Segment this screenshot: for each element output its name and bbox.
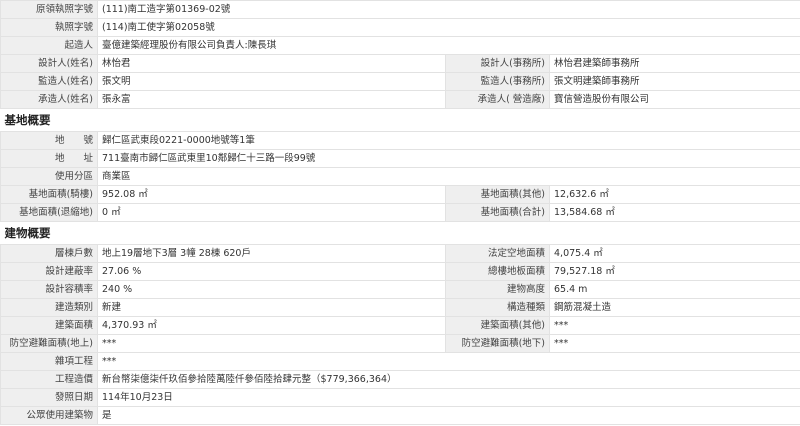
field-value: 27.06 % (97, 262, 446, 281)
field-label: 基地面積(其他) (445, 185, 550, 204)
field-label: 地 號 (0, 131, 98, 150)
field-value: *** (549, 316, 800, 335)
field-value: *** (97, 352, 800, 371)
field-label: 設計容積率 (0, 280, 98, 299)
field-label: 總樓地板面積 (445, 262, 550, 281)
field-label: 基地面積(退縮地) (0, 203, 98, 222)
field-label: 設計人(事務所) (445, 54, 550, 73)
table-row: 承造人(姓名) 張永富 承造人( 營造廠) 寶信營造股份有限公司 (0, 90, 800, 109)
field-value: 張文明 (97, 72, 446, 91)
section-header-row: 基地概要 (0, 108, 800, 132)
field-label: 工程造價 (0, 370, 98, 389)
field-value: 臺億建築經理股份有限公司負責人:陳長琪 (97, 36, 800, 55)
table-row: 使用分區 商業區 (0, 167, 800, 186)
field-label: 原領執照字號 (0, 0, 98, 19)
table-row: 工程造價 新台幣柒億柒仟玖佰參拾陸萬陸仟參佰陸拾肆元整（$779,366,364… (0, 370, 800, 389)
field-value: 張文明建築師事務所 (549, 72, 800, 91)
field-label: 雜項工程 (0, 352, 98, 371)
field-value: (114)南工使字第02058號 (97, 18, 800, 37)
field-label: 發照日期 (0, 388, 98, 407)
field-value: 張永富 (97, 90, 446, 109)
section-header-row: 建物概要 (0, 221, 800, 245)
field-label: 公眾使用建築物 (0, 406, 98, 425)
field-label: 法定空地面積 (445, 244, 550, 263)
field-label: 建築面積(其他) (445, 316, 550, 335)
section-title-building: 建物概要 (0, 221, 800, 245)
table-row: 建築面積 4,370.93 ㎡ 建築面積(其他) *** (0, 316, 800, 335)
table-row: 地 號 歸仁區武東段0221-0000地號等1筆 (0, 131, 800, 150)
field-value: 商業區 (97, 167, 800, 186)
field-value: 寶信營造股份有限公司 (549, 90, 800, 109)
field-value: 歸仁區武東段0221-0000地號等1筆 (97, 131, 800, 150)
field-label: 起造人 (0, 36, 98, 55)
field-label: 建物高度 (445, 280, 550, 299)
table-row: 基地面積(退縮地) 0 ㎡ 基地面積(合計) 13,584.68 ㎡ (0, 203, 800, 222)
field-label: 設計人(姓名) (0, 54, 98, 73)
field-value: 新台幣柒億柒仟玖佰參拾陸萬陸仟參佰陸拾肆元整（$779,366,364） (97, 370, 800, 389)
field-value: *** (549, 334, 800, 353)
field-value: 711臺南市歸仁區武東里10鄰歸仁十三路一段99號 (97, 149, 800, 168)
table-row: 監造人(姓名) 張文明 監造人(事務所) 張文明建築師事務所 (0, 72, 800, 91)
field-label: 防空避難面積(地下) (445, 334, 550, 353)
field-value: 4,075.4 ㎡ (549, 244, 800, 263)
table-row: 基地面積(騎樓) 952.08 ㎡ 基地面積(其他) 12,632.6 ㎡ (0, 185, 800, 204)
field-label: 承造人( 營造廠) (445, 90, 550, 109)
field-label: 建造類別 (0, 298, 98, 317)
field-value: 新建 (97, 298, 446, 317)
field-label: 層棟戶數 (0, 244, 98, 263)
field-label: 監造人(姓名) (0, 72, 98, 91)
table-row: 起造人 臺億建築經理股份有限公司負責人:陳長琪 (0, 36, 800, 55)
field-label: 執照字號 (0, 18, 98, 37)
field-label: 防空避難面積(地上) (0, 334, 98, 353)
field-value: 114年10月23日 (97, 388, 800, 407)
field-value: 13,584.68 ㎡ (549, 203, 800, 222)
field-label: 建築面積 (0, 316, 98, 335)
field-label: 地 址 (0, 149, 98, 168)
table-row: 執照字號 (114)南工使字第02058號 (0, 18, 800, 37)
permit-table: 原領執照字號 (111)南工造字第01369-02號 執照字號 (114)南工使… (0, 0, 800, 425)
field-value: 240 % (97, 280, 446, 299)
field-value: 是 (97, 406, 800, 425)
field-value: 林怡君建築師事務所 (549, 54, 800, 73)
table-row: 設計人(姓名) 林怡君 設計人(事務所) 林怡君建築師事務所 (0, 54, 800, 73)
field-value: 79,527.18 ㎡ (549, 262, 800, 281)
field-value: 0 ㎡ (97, 203, 446, 222)
field-label: 構造種類 (445, 298, 550, 317)
field-label: 承造人(姓名) (0, 90, 98, 109)
table-row: 層棟戶數 地上19層地下3層 3幢 28棟 620戶 法定空地面積 4,075.… (0, 244, 800, 263)
field-value: 鋼筋混凝土造 (549, 298, 800, 317)
field-value: 地上19層地下3層 3幢 28棟 620戶 (97, 244, 446, 263)
field-label: 基地面積(騎樓) (0, 185, 98, 204)
table-row: 設計建蔽率 27.06 % 總樓地板面積 79,527.18 ㎡ (0, 262, 800, 281)
table-row: 設計容積率 240 % 建物高度 65.4 m (0, 280, 800, 299)
table-row: 原領執照字號 (111)南工造字第01369-02號 (0, 0, 800, 19)
field-label: 監造人(事務所) (445, 72, 550, 91)
field-value: 12,632.6 ㎡ (549, 185, 800, 204)
field-label: 使用分區 (0, 167, 98, 186)
field-value: *** (97, 334, 446, 353)
table-row: 發照日期 114年10月23日 (0, 388, 800, 407)
table-row: 建造類別 新建 構造種類 鋼筋混凝土造 (0, 298, 800, 317)
field-value: 林怡君 (97, 54, 446, 73)
field-label: 設計建蔽率 (0, 262, 98, 281)
table-row: 雜項工程 *** (0, 352, 800, 371)
table-row: 防空避難面積(地上) *** 防空避難面積(地下) *** (0, 334, 800, 353)
field-label: 基地面積(合計) (445, 203, 550, 222)
section-title-site: 基地概要 (0, 108, 800, 132)
field-value: 952.08 ㎡ (97, 185, 446, 204)
table-row: 地 址 711臺南市歸仁區武東里10鄰歸仁十三路一段99號 (0, 149, 800, 168)
table-row: 公眾使用建築物 是 (0, 406, 800, 425)
field-value: 65.4 m (549, 280, 800, 299)
field-value: 4,370.93 ㎡ (97, 316, 446, 335)
field-value: (111)南工造字第01369-02號 (97, 0, 800, 19)
